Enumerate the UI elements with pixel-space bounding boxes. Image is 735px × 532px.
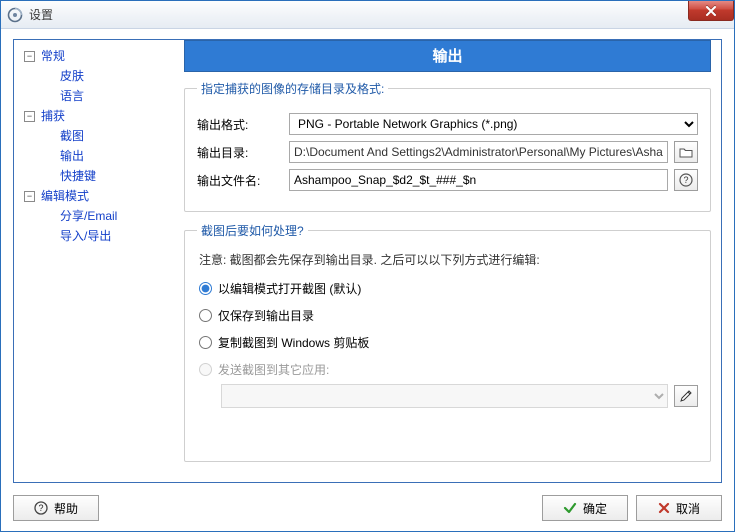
dialog-button-bar: ? 帮助 确定 取消 [13, 493, 722, 523]
collapse-icon[interactable]: − [24, 51, 35, 62]
radio-copy-clipboard-label: 复制截图到 Windows 剪贴板 [218, 334, 369, 351]
ok-button[interactable]: 确定 [542, 495, 628, 521]
settings-window: 设置 − 常规 皮肤 语言 [0, 0, 735, 532]
tree-node-share[interactable]: 分享/Email [18, 206, 180, 226]
main-frame: − 常规 皮肤 语言 − 捕获 [13, 39, 722, 483]
help-button[interactable]: ? 帮助 [13, 495, 99, 521]
question-icon: ? [679, 173, 693, 187]
cancel-button[interactable]: 取消 [636, 495, 722, 521]
collapse-icon[interactable]: − [24, 191, 35, 202]
output-format-label: 输出格式: [197, 116, 283, 133]
tree-node-hotkey[interactable]: 快捷键 [18, 166, 180, 186]
client-area: − 常规 皮肤 语言 − 捕获 [1, 29, 734, 531]
tree-node-screenshot[interactable]: 截图 [18, 126, 180, 146]
radio-send-to-app[interactable]: 发送截图到其它应用: [199, 361, 698, 378]
tree-node-general[interactable]: − 常规 [18, 46, 180, 66]
group-postprocess-legend: 截图后要如何处理? [197, 222, 308, 239]
content-pane: 输出 指定捕获的图像的存储目录及格式: 输出格式: PNG - Portable… [184, 40, 721, 482]
send-to-app-select [221, 384, 668, 408]
settings-tree: − 常规 皮肤 语言 − 捕获 [14, 40, 184, 482]
tree-node-import-export[interactable]: 导入/导出 [18, 226, 180, 246]
svg-text:?: ? [38, 503, 43, 513]
help-button-label: 帮助 [54, 500, 78, 517]
output-format-select[interactable]: PNG - Portable Network Graphics (*.png) [289, 113, 698, 135]
group-postprocess: 截图后要如何处理? 注意: 截图都会先保存到输出目录. 之后可以以下列方式进行编… [184, 222, 711, 462]
radio-open-editor-label: 以编辑模式打开截图 (默认) [218, 280, 361, 297]
postprocess-note: 注意: 截图都会先保存到输出目录. 之后可以以下列方式进行编辑: [199, 251, 698, 268]
titlebar: 设置 [1, 1, 734, 29]
svg-text:?: ? [683, 175, 688, 185]
window-title: 设置 [29, 6, 53, 23]
radio-copy-clipboard[interactable]: 复制截图到 Windows 剪贴板 [199, 334, 698, 351]
check-icon [563, 501, 577, 515]
folder-icon [679, 146, 693, 158]
group-storage-legend: 指定捕获的图像的存储目录及格式: [197, 80, 388, 97]
edit-app-button[interactable] [674, 385, 698, 407]
question-icon: ? [34, 501, 48, 515]
page-title: 输出 [184, 40, 711, 72]
radio-copy-clipboard-input[interactable] [199, 336, 212, 349]
close-icon [705, 6, 717, 16]
radio-save-only-label: 仅保存到输出目录 [218, 307, 314, 324]
cancel-button-label: 取消 [676, 500, 700, 517]
group-storage: 指定捕获的图像的存储目录及格式: 输出格式: PNG - Portable Ne… [184, 80, 711, 212]
collapse-icon[interactable]: − [24, 111, 35, 122]
ok-button-label: 确定 [583, 500, 607, 517]
radio-send-to-app-input [199, 363, 212, 376]
radio-open-editor[interactable]: 以编辑模式打开截图 (默认) [199, 280, 698, 297]
tree-node-capture[interactable]: − 捕获 [18, 106, 180, 126]
tree-node-output[interactable]: 输出 [18, 146, 180, 166]
tree-node-editmode[interactable]: − 编辑模式 [18, 186, 180, 206]
pencil-icon [679, 389, 693, 403]
browse-dir-button[interactable] [674, 141, 698, 163]
cross-icon [658, 502, 670, 514]
app-icon [7, 7, 23, 23]
tree-node-skin[interactable]: 皮肤 [18, 66, 180, 86]
radio-save-only[interactable]: 仅保存到输出目录 [199, 307, 698, 324]
radio-send-to-app-label: 发送截图到其它应用: [218, 361, 329, 378]
tree-node-language[interactable]: 语言 [18, 86, 180, 106]
output-filename-input[interactable] [289, 169, 668, 191]
radio-save-only-input[interactable] [199, 309, 212, 322]
radio-open-editor-input[interactable] [199, 282, 212, 295]
filename-help-button[interactable]: ? [674, 169, 698, 191]
output-dir-input[interactable] [289, 141, 668, 163]
output-dir-label: 输出目录: [197, 144, 283, 161]
output-filename-label: 输出文件名: [197, 172, 283, 189]
close-button[interactable] [688, 1, 734, 21]
